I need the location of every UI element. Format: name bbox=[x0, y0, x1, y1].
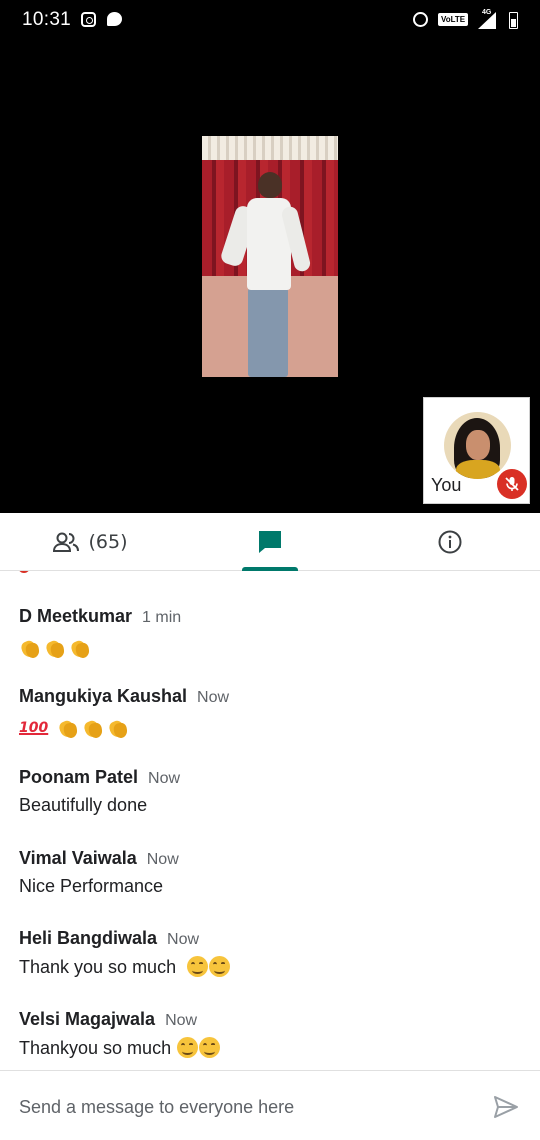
message-text-row: Thank you so much bbox=[19, 956, 529, 980]
chat-message: Vimal Vaiwala Now Nice Performance bbox=[19, 848, 529, 900]
tab-chat[interactable] bbox=[180, 513, 360, 571]
self-preview-tile[interactable]: You bbox=[423, 397, 530, 504]
message-emoji-text: 100 bbox=[19, 716, 529, 740]
signal-icon bbox=[478, 12, 496, 29]
message-sender: Vimal Vaiwala bbox=[19, 848, 137, 868]
video-stage: 10:31 VoLTE 4G You bbox=[0, 0, 540, 513]
people-icon bbox=[53, 532, 80, 552]
message-text: Thankyou so much bbox=[19, 1038, 172, 1058]
self-label: You bbox=[431, 475, 462, 495]
chat-message: D Meetkumar 1 min bbox=[19, 606, 529, 660]
chat-message: Heli Bangdiwala Now Thank you so much bbox=[19, 928, 529, 980]
mic-off-icon bbox=[497, 469, 527, 499]
participant-figure-head bbox=[258, 172, 282, 198]
clapping-hands-icon bbox=[57, 717, 79, 739]
message-sender: D Meetkumar bbox=[19, 606, 133, 626]
smiling-face-icon bbox=[187, 956, 209, 977]
tab-people[interactable]: (65) bbox=[0, 513, 180, 571]
message-sender: Velsi Magajwala bbox=[19, 1009, 156, 1029]
chat-icon bbox=[259, 531, 281, 553]
participant-count: (65) bbox=[88, 531, 128, 553]
status-time: 10:31 bbox=[22, 9, 72, 30]
chat-message: Velsi Magajwala Now Thankyou so much bbox=[19, 1009, 529, 1061]
message-text: Nice Performance bbox=[19, 876, 164, 896]
message-sender: Poonam Patel bbox=[19, 767, 139, 787]
message-emoji-text bbox=[19, 636, 529, 660]
avatar bbox=[444, 412, 511, 479]
side-panel-tabs: (65) bbox=[0, 513, 540, 571]
messenger-icon bbox=[107, 12, 122, 26]
message-time: Now bbox=[165, 1012, 198, 1029]
message-time: Now bbox=[148, 770, 181, 787]
clapping-hands-icon bbox=[69, 637, 91, 659]
participant-figure-legs bbox=[248, 288, 288, 377]
main-participant-video[interactable] bbox=[202, 136, 338, 377]
send-icon bbox=[494, 1096, 518, 1118]
chat-message: Poonam Patel Now Beautifully done bbox=[19, 767, 529, 819]
message-time: 1 min bbox=[142, 609, 182, 626]
alarm-icon bbox=[413, 12, 428, 27]
message-sender: Mangukiya Kaushal bbox=[19, 686, 188, 706]
message-composer bbox=[0, 1070, 540, 1140]
message-time: Now bbox=[197, 689, 230, 706]
smiling-face-icon bbox=[177, 1037, 199, 1058]
tab-info[interactable] bbox=[360, 513, 540, 571]
message-text-row: Thankyou so much bbox=[19, 1037, 529, 1061]
clapping-hands-icon bbox=[82, 717, 104, 739]
message-text: Beautifully done bbox=[19, 795, 148, 815]
message-sender: Heli Bangdiwala bbox=[19, 928, 158, 948]
battery-icon bbox=[509, 12, 518, 29]
message-time: Now bbox=[146, 851, 179, 868]
smiling-face-icon bbox=[199, 1037, 221, 1058]
chat-message: Mangukiya Kaushal Now 100 bbox=[19, 686, 529, 740]
chat-message-list[interactable]: D Meetkumar 1 min Mangukiya Kaushal Now … bbox=[0, 571, 540, 1070]
instagram-icon bbox=[81, 12, 96, 27]
video-background-curtain-top bbox=[202, 136, 338, 160]
clapping-hands-icon bbox=[19, 637, 41, 659]
message-time: Now bbox=[167, 931, 200, 948]
message-input[interactable] bbox=[19, 1093, 459, 1121]
send-button[interactable] bbox=[492, 1093, 520, 1121]
volte-badge: VoLTE bbox=[438, 13, 469, 26]
hundred-points-icon: 100 bbox=[19, 720, 49, 736]
info-icon bbox=[438, 530, 462, 554]
partial-emoji bbox=[18, 571, 30, 573]
status-bar: 10:31 VoLTE 4G bbox=[0, 0, 540, 40]
clapping-hands-icon bbox=[107, 717, 129, 739]
clapping-hands-icon bbox=[44, 637, 66, 659]
smiling-face-icon bbox=[209, 956, 231, 977]
message-text: Thank you so much bbox=[19, 957, 177, 977]
